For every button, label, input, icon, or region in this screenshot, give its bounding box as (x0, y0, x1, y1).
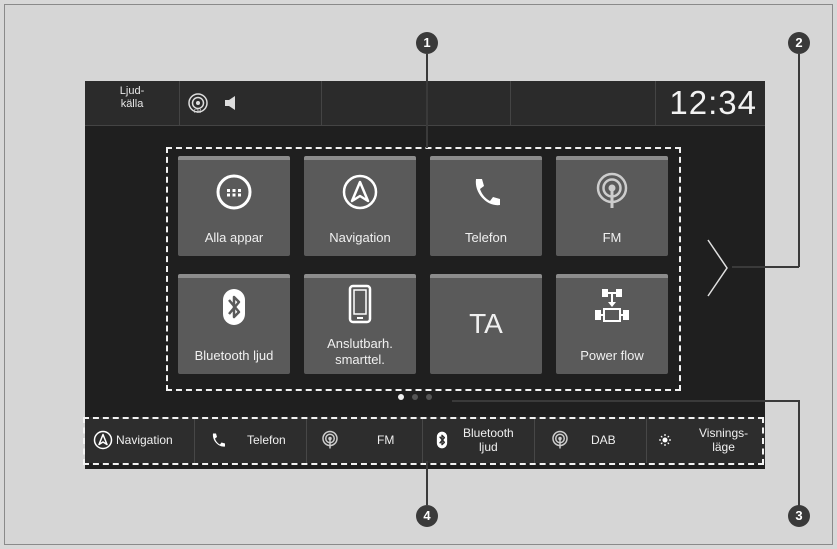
status-icons: FM (187, 91, 241, 115)
navigation-arrow-icon (342, 174, 378, 210)
next-page-arrow-icon[interactable] (705, 238, 731, 298)
page-dot[interactable] (426, 394, 432, 400)
callout-badge-3: 3 (788, 505, 810, 527)
app-tile-label: FM (602, 230, 622, 245)
power-flow-icon (595, 289, 629, 322)
callout-leader-line (426, 461, 428, 505)
app-tile-power-flow[interactable]: Power flow (556, 274, 668, 374)
bluetooth-icon (223, 289, 245, 325)
callout-badge-4: 4 (416, 505, 438, 527)
callout-badge-2: 2 (788, 32, 810, 54)
app-tile-navigation[interactable]: Navigation (304, 156, 416, 256)
callout-badge-1: 1 (416, 32, 438, 54)
svg-text:FM: FM (194, 109, 201, 114)
clock: 12:34 (669, 84, 757, 121)
app-tile-label: Navigation (329, 230, 391, 245)
topbar-divider (510, 81, 511, 125)
callout-leader-line (452, 400, 799, 402)
page-dot[interactable] (412, 394, 418, 400)
app-tile-ta[interactable]: TA (430, 274, 542, 374)
callout-leader-line (732, 266, 799, 268)
head-unit-screen: Ljud- källa FM 12:34 Alla appar Navigati… (85, 81, 765, 469)
app-tile-label-1: Anslutbarh. (327, 336, 393, 351)
app-tile-label: Power flow (580, 348, 644, 363)
app-tile-label: Telefon (465, 230, 507, 245)
page-dot-active[interactable] (398, 394, 404, 400)
audio-source-button[interactable]: Ljud- källa (85, 81, 180, 125)
callout-leader-line (798, 400, 800, 506)
radio-antenna-icon (596, 172, 628, 208)
app-tile-label: TA (469, 308, 503, 339)
shortcut-bar-highlight (83, 417, 764, 465)
page-indicator (398, 394, 432, 400)
app-tile-label: Bluetooth ljud (194, 348, 274, 363)
callout-leader-line (426, 54, 428, 148)
topbar-divider (321, 81, 322, 125)
app-tile-alla-appar[interactable]: Alla appar (178, 156, 290, 256)
topbar-divider (655, 81, 656, 125)
volume-icon (225, 96, 235, 110)
app-tile-fm[interactable]: FM (556, 156, 668, 256)
callout-leader-line (798, 54, 800, 267)
app-tile-label-2: smarttel. (335, 352, 385, 367)
phone-icon (475, 179, 500, 206)
audio-source-label-2: källa (120, 98, 144, 110)
app-tile-label: Alla appar (204, 230, 264, 245)
smartphone-icon (348, 284, 372, 324)
fm-status-icon: FM (188, 93, 208, 114)
app-tile-anslutbarh-smarttel[interactable]: Anslutbarh. smarttel. (304, 274, 416, 374)
audio-source-label-1: Ljud- (119, 85, 145, 97)
top-bar: Ljud- källa FM 12:34 (85, 81, 765, 126)
app-tile-telefon[interactable]: Telefon (430, 156, 542, 256)
app-tile-bluetooth-ljud[interactable]: Bluetooth ljud (178, 274, 290, 374)
grid-circle-icon (216, 174, 252, 210)
